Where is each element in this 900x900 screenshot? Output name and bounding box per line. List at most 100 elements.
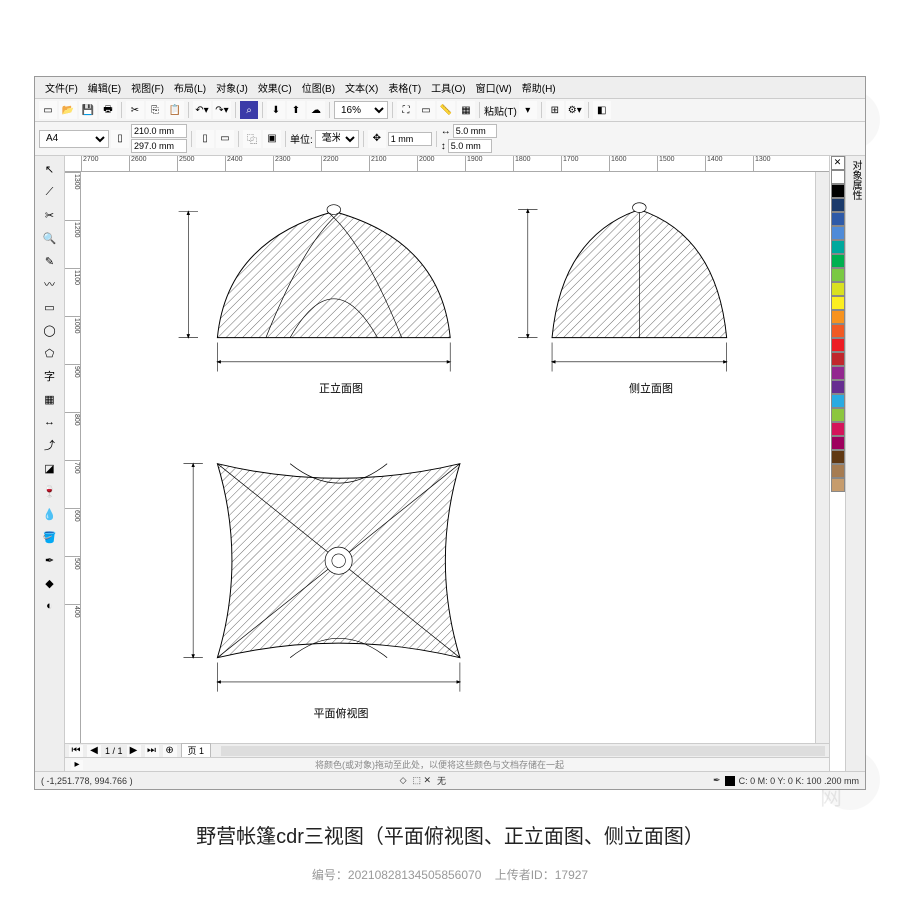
freehand-tool-icon[interactable]: ✎ [38,250,62,272]
shape-tool-icon[interactable]: ⟋ [38,181,62,203]
menu-text[interactable]: 文本(X) [341,79,382,96]
polygon-tool-icon[interactable]: ⬠ [38,342,62,364]
menu-help[interactable]: 帮助(H) [518,79,560,96]
pick-tool-icon[interactable]: ↖ [38,158,62,180]
color-swatch[interactable] [831,198,845,212]
open-icon[interactable]: 📂 [59,101,77,119]
orientation-landscape-icon[interactable]: ▭ [216,130,234,148]
smart-fill-icon[interactable]: ◐ [38,595,62,617]
artistic-tool-icon[interactable]: 〰 [38,273,62,295]
all-pages-icon[interactable]: ⿻ [243,130,261,148]
dimension-tool-icon[interactable]: ↔ [38,411,62,433]
preview-icon[interactable]: ▭ [417,101,435,119]
interactive-fill-icon[interactable]: ◆ [38,572,62,594]
crop-tool-icon[interactable]: ✂ [38,204,62,226]
color-swatch[interactable] [831,296,845,310]
page-last-icon[interactable]: ⏭ [145,745,159,757]
options-icon[interactable]: ⚙▾ [566,101,584,119]
paste-dropdown[interactable]: 粘贴(T) [484,103,517,118]
color-swatch[interactable] [831,436,845,450]
menu-layout[interactable]: 布局(L) [170,79,210,96]
snap-icon[interactable]: ⊞ [546,101,564,119]
nudge-icon[interactable]: ✥ [368,130,386,148]
cut-icon[interactable]: ✂ [126,101,144,119]
color-swatch[interactable] [831,408,845,422]
dup-y-input[interactable] [448,139,492,153]
launcher-icon[interactable]: ◧ [593,101,611,119]
copy-icon[interactable]: ⎘ [146,101,164,119]
color-swatch[interactable] [831,464,845,478]
menu-view[interactable]: 视图(F) [127,79,168,96]
color-swatch[interactable] [831,478,845,492]
rectangle-tool-icon[interactable]: ▭ [38,296,62,318]
menu-bitmap[interactable]: 位图(B) [298,79,339,96]
color-swatch[interactable] [831,310,845,324]
dup-x-input[interactable] [453,124,497,138]
scrollbar-vertical[interactable] [815,172,829,743]
color-swatch[interactable] [831,240,845,254]
menu-edit[interactable]: 编辑(E) [84,79,125,96]
color-swatch[interactable] [831,380,845,394]
transparency-tool-icon[interactable]: 🍷 [38,480,62,502]
search-icon[interactable]: ⌕ [240,101,258,119]
orientation-portrait-icon[interactable]: ▯ [196,130,214,148]
unit-select[interactable]: 毫米 [315,130,359,148]
color-swatch[interactable] [831,282,845,296]
no-color-swatch[interactable]: ✕ [831,156,845,170]
menu-table[interactable]: 表格(T) [384,79,425,96]
save-icon[interactable]: 💾 [79,101,97,119]
current-page-icon[interactable]: ▣ [263,130,281,148]
color-swatch[interactable] [831,212,845,226]
eyedropper-tool-icon[interactable]: 💧 [38,503,62,525]
menu-file[interactable]: 文件(F) [41,79,82,96]
color-swatch[interactable] [831,338,845,352]
color-swatch[interactable] [831,184,845,198]
chevron-down-icon[interactable]: ▾ [519,101,537,119]
ruler-icon[interactable]: 📏 [437,101,455,119]
connector-tool-icon[interactable]: ⤴ [38,434,62,456]
fullscreen-icon[interactable]: ⛶ [397,101,415,119]
color-swatch[interactable] [831,254,845,268]
nudge-input[interactable] [388,132,432,146]
menu-window[interactable]: 窗口(W) [472,79,516,96]
redo-icon[interactable]: ↷▾ [213,101,231,119]
portrait-icon[interactable]: ▯ [111,130,129,148]
dropshadow-tool-icon[interactable]: ◪ [38,457,62,479]
page-width-input[interactable] [131,124,187,138]
print-icon[interactable]: 🖶 [99,101,117,119]
menu-tools[interactable]: 工具(O) [427,79,469,96]
page-first-icon[interactable]: ⏮ [69,745,83,757]
color-swatch[interactable] [831,324,845,338]
table-tool-icon[interactable]: ▦ [38,388,62,410]
menu-effect[interactable]: 效果(C) [254,79,296,96]
text-tool-icon[interactable]: 字 [38,365,62,387]
menu-object[interactable]: 对象(J) [212,79,252,96]
undo-icon[interactable]: ↶▾ [193,101,211,119]
fill-tool-icon[interactable]: 🪣 [38,526,62,548]
color-swatch[interactable] [831,366,845,380]
scrollbar-horizontal[interactable] [221,746,825,756]
export-icon[interactable]: ⬆ [287,101,305,119]
flyout-icon[interactable]: ▸ [71,760,83,770]
docker-panel[interactable]: 对象属性 [845,156,865,771]
new-icon[interactable]: ▭ [39,101,57,119]
color-swatch[interactable] [831,422,845,436]
color-swatch[interactable] [831,170,845,184]
import-icon[interactable]: ⬇ [267,101,285,119]
zoom-tool-icon[interactable]: 🔍 [38,227,62,249]
outline-tool-icon[interactable]: ✒ [38,549,62,571]
canvas[interactable]: 正立面图 侧立面图 平面俯视图 [81,172,815,743]
page-next-icon[interactable]: ▶ [127,745,141,757]
page-add-icon[interactable]: ⊕ [163,745,177,757]
paste-icon[interactable]: 📋 [166,101,184,119]
page-size-select[interactable]: A4 [39,130,109,148]
color-swatch[interactable] [831,226,845,240]
page-prev-icon[interactable]: ◀ [87,745,101,757]
zoom-select[interactable]: 16% [334,101,388,119]
color-palette[interactable]: ✕ [829,156,845,771]
color-swatch[interactable] [831,394,845,408]
tab-page1[interactable]: 页 1 [181,743,212,758]
color-swatch[interactable] [831,450,845,464]
page-height-input[interactable] [131,139,187,153]
ellipse-tool-icon[interactable]: ◯ [38,319,62,341]
